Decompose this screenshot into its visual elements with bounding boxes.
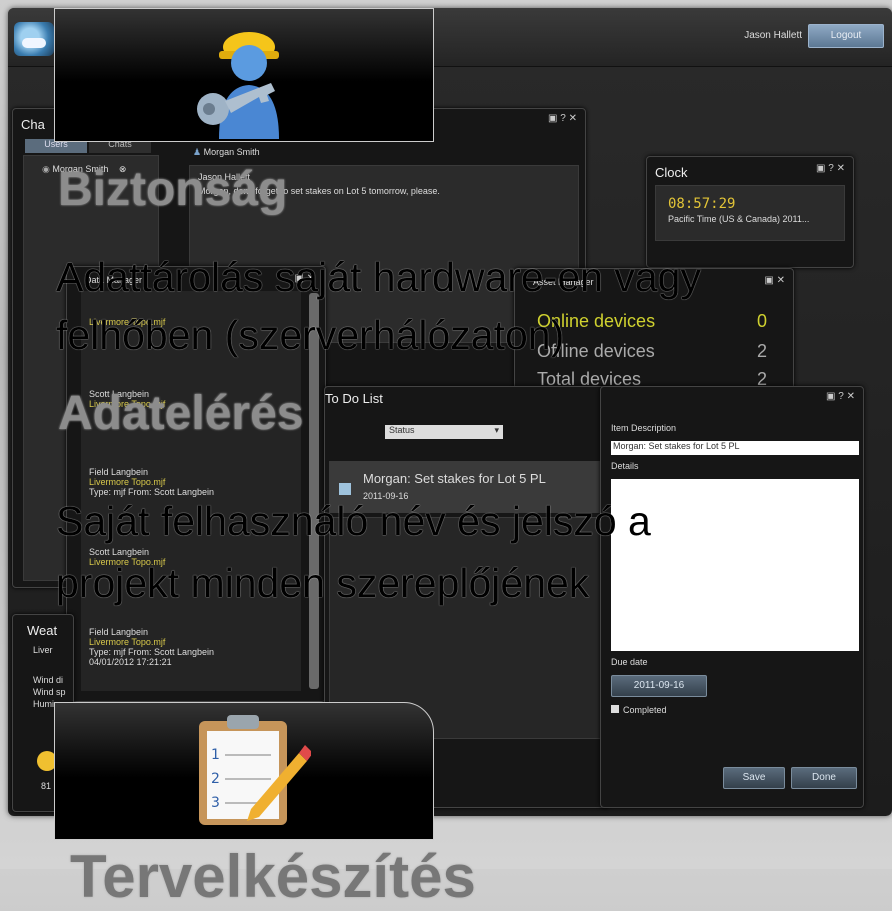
- security-text-line1: Adattárolás saját hardware-en vagy: [56, 254, 701, 300]
- weather-location: Liver: [33, 645, 53, 655]
- due-date-button[interactable]: 2011-09-16: [611, 675, 707, 697]
- todo-title: To Do List: [325, 391, 383, 406]
- list-item[interactable]: Field Langbein Livermore Topo.mjf Type: …: [89, 467, 214, 497]
- weather-row: Wind sp: [33, 687, 66, 697]
- checkbox-icon: [611, 705, 619, 713]
- access-text-line1: Saját felhasználó név és jelszó a: [56, 498, 651, 544]
- weather-row: Humi: [33, 699, 55, 709]
- item-description-label: Item Description: [611, 423, 677, 433]
- security-tile: [54, 8, 434, 142]
- security-text-line2: felhőben (szerverhálózaton): [56, 312, 565, 358]
- svg-text:3: 3: [211, 795, 220, 811]
- logout-button[interactable]: Logout: [808, 24, 884, 48]
- asset-row-offline: Offline devices 2: [537, 341, 767, 361]
- asset-controls[interactable]: ▣ ✕: [764, 275, 785, 286]
- checklist-tile: 1 2 3: [54, 702, 434, 840]
- svg-text:1: 1: [211, 747, 220, 763]
- conversation-header: ♟ Morgan Smith: [193, 147, 260, 157]
- detail-panel: ▣ ? ✕ Item Description Morgan: Set stake…: [600, 386, 864, 808]
- done-button[interactable]: Done: [791, 767, 857, 789]
- user-name: Jason Hallett: [744, 30, 802, 41]
- clock-controls[interactable]: ▣ ? ✕: [816, 163, 845, 174]
- weather-row: Wind di: [33, 675, 64, 685]
- weather-title: Weat: [27, 623, 58, 638]
- chat-bubble-icon: ◉: [42, 164, 50, 174]
- asset-row-online: Online devices 0: [537, 311, 767, 331]
- security-user-key-icon: [197, 32, 279, 139]
- checklist-clipboard-icon: 1 2 3: [199, 715, 311, 825]
- clock-time: 08:57:29: [668, 196, 736, 212]
- completed-checkbox[interactable]: Completed: [611, 705, 667, 715]
- clock-panel: Clock ▣ ? ✕ 08:57:29 Pacific Time (US & …: [646, 156, 854, 268]
- heading-security: Biztonság: [58, 163, 288, 216]
- save-button[interactable]: Save: [723, 767, 785, 789]
- svg-text:2: 2: [211, 771, 220, 787]
- heading-planning: Tervelkészítés: [70, 843, 476, 910]
- status-filter-select[interactable]: Status ▾: [385, 425, 503, 439]
- item-description-input[interactable]: Morgan: Set stakes for Lot 5 PL: [611, 441, 859, 455]
- checkbox[interactable]: [339, 483, 351, 495]
- details-label: Details: [611, 461, 639, 471]
- clock-display: 08:57:29 Pacific Time (US & Canada) 2011…: [655, 185, 845, 241]
- heading-access: Adatelérés: [58, 387, 304, 440]
- clock-zone: Pacific Time (US & Canada) 2011...: [668, 214, 810, 224]
- user-icon: ♟: [193, 147, 202, 157]
- todo-item-title: Morgan: Set stakes for Lot 5 PL: [363, 471, 546, 486]
- due-date-label: Due date: [611, 657, 648, 667]
- access-text-line2: projekt minden szereplőjének: [56, 560, 590, 606]
- weather-logo-icon: [14, 22, 54, 56]
- chevron-down-icon: ▾: [494, 425, 499, 435]
- list-item[interactable]: Field Langbein Livermore Topo.mjf Type: …: [89, 627, 214, 667]
- detail-controls[interactable]: ▣ ? ✕: [826, 391, 855, 402]
- chat-title: Cha: [21, 117, 45, 132]
- chat-controls[interactable]: ▣ ? ✕: [548, 113, 577, 124]
- clock-title: Clock: [655, 165, 688, 180]
- weather-temp: 81: [41, 781, 52, 791]
